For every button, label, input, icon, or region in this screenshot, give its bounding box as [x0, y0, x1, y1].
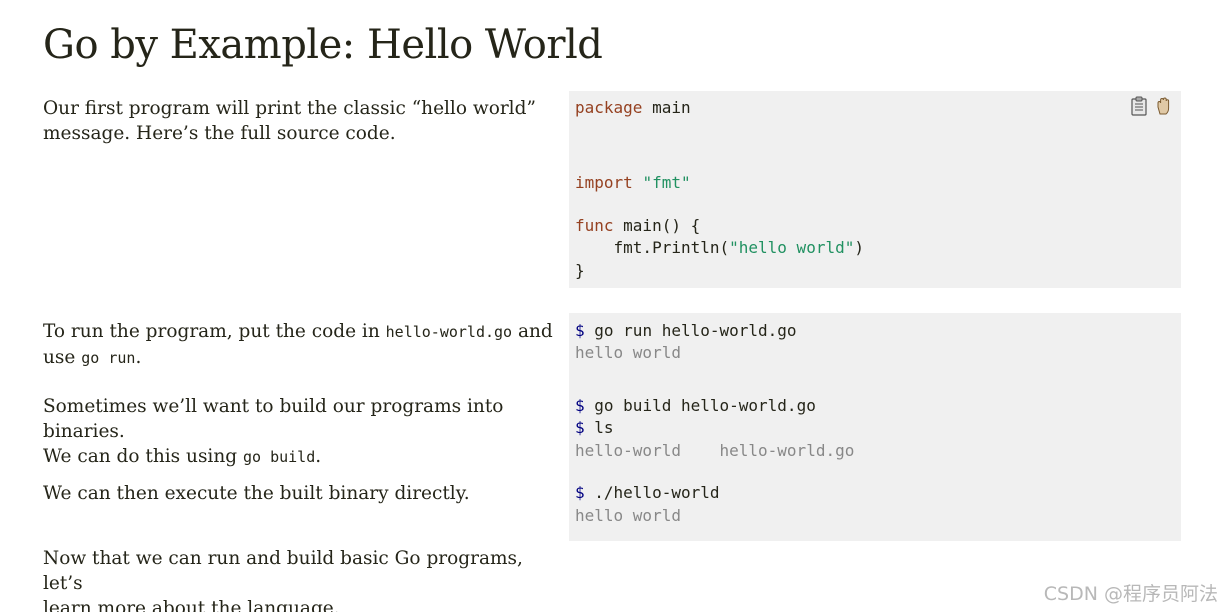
- code-line-package: package main: [575, 97, 691, 120]
- shell-prompt: $: [575, 418, 585, 437]
- doc-text: Sometimes we’ll want to build our progra…: [43, 396, 504, 442]
- shell-line-exec: $ ./hello-world: [575, 482, 720, 505]
- code-keyword: package: [575, 98, 643, 117]
- doc-build: Sometimes we’ll want to build our progra…: [43, 394, 558, 470]
- doc-text: To run the program, put the code in: [43, 321, 386, 342]
- inline-code: go build: [243, 448, 316, 466]
- code-line-println: fmt.Println("hello world"): [575, 237, 864, 260]
- doc-text: .: [315, 446, 322, 467]
- doc-execute: We can then execute the built binary dir…: [43, 481, 558, 506]
- doc-text: Now that we can run and build basic Go p…: [43, 548, 523, 594]
- shell-command: ls: [584, 418, 614, 437]
- shell-prompt: $: [575, 483, 585, 502]
- doc-text: message. Here’s the full source code.: [43, 123, 396, 144]
- code-keyword: import: [575, 173, 633, 192]
- doc-intro: Our first program will print the classic…: [43, 96, 558, 146]
- shell-line-build: $ go build hello-world.go: [575, 395, 816, 418]
- doc-text: and: [512, 321, 553, 342]
- doc-text: Our first program will print the classic…: [43, 98, 536, 119]
- watermark: CSDN @程序员阿法: [1043, 583, 1218, 605]
- shell-prompt: $: [575, 321, 585, 340]
- doc-text: use: [43, 347, 82, 368]
- code-text: main() {: [613, 216, 701, 235]
- shell-output: hello world: [575, 506, 681, 525]
- shell-output: hello-world hello-world.go: [575, 441, 855, 460]
- code-toolbar: [1130, 96, 1172, 116]
- page-title: Go by Example: Hello World: [43, 22, 603, 68]
- inline-code: go run: [81, 349, 136, 367]
- shell-command: ./hello-world: [584, 483, 720, 502]
- clipboard-icon[interactable]: [1130, 96, 1148, 116]
- shell-line-run: $ go run hello-world.go: [575, 320, 797, 343]
- inline-code: hello-world.go: [385, 323, 513, 341]
- code-line-import: import "fmt": [575, 172, 691, 195]
- shell-output: hello world: [575, 343, 681, 362]
- code-string: "hello world": [729, 238, 855, 257]
- code-text: fmt.Println(: [575, 238, 730, 257]
- shell-command: go run hello-world.go: [584, 321, 797, 340]
- doc-text: learn more about the language.: [43, 598, 340, 612]
- code-line-close: }: [575, 260, 585, 283]
- code-text: main: [642, 98, 691, 117]
- doc-conclusion: Now that we can run and build basic Go p…: [43, 546, 558, 612]
- hand-icon[interactable]: [1154, 96, 1172, 116]
- shell-command: go build hello-world.go: [584, 396, 816, 415]
- doc-text: .: [135, 347, 142, 368]
- code-text: ): [854, 238, 864, 257]
- shell-line-ls: $ ls: [575, 417, 614, 440]
- doc-run: To run the program, put the code in hell…: [43, 319, 558, 371]
- doc-text: We can do this using: [43, 446, 243, 467]
- doc-text: We can then execute the built binary dir…: [43, 483, 470, 504]
- code-line-func: func main() {: [575, 215, 700, 238]
- code-string: "fmt": [642, 173, 691, 192]
- code-keyword: func: [575, 216, 614, 235]
- code-text: }: [575, 261, 585, 280]
- shell-prompt: $: [575, 396, 585, 415]
